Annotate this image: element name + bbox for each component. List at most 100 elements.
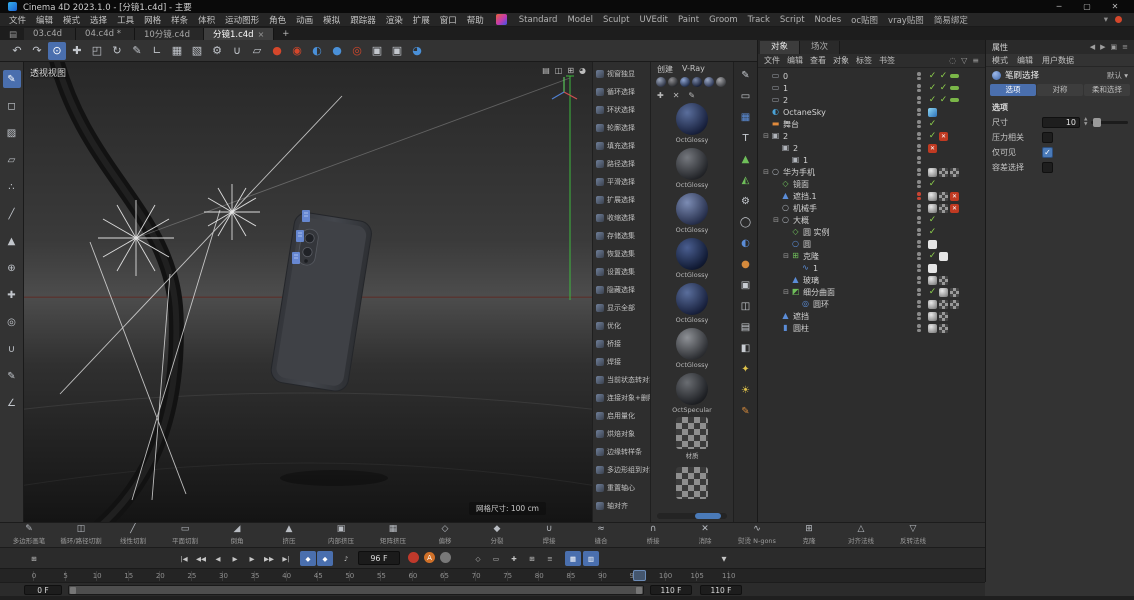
object-name[interactable]: 1 xyxy=(813,264,818,273)
object-name[interactable]: OctaneSky xyxy=(783,108,826,117)
preset-dropdown[interactable]: 默认 ▾ xyxy=(1107,70,1128,81)
toolbar-icon[interactable]: ◰ xyxy=(88,42,106,60)
object-row[interactable]: 遮挡.1 xyxy=(758,190,985,202)
visibility-dots[interactable] xyxy=(915,108,923,116)
toolbar-icon[interactable]: ∪ xyxy=(228,42,246,60)
object-name[interactable]: 圆柱 xyxy=(793,323,809,334)
range-handle-right[interactable] xyxy=(636,587,642,594)
modeling-tool-button[interactable]: ◢ 倒角 xyxy=(211,523,263,547)
material-menu-item[interactable]: V-Ray xyxy=(682,64,705,74)
visibility-dots[interactable] xyxy=(915,72,923,80)
object-row[interactable]: 机械手 xyxy=(758,202,985,214)
spinner-icon[interactable]: ▲ ▼ xyxy=(1084,117,1087,127)
modeling-tool-button[interactable]: ╱ 线性切割 xyxy=(107,523,159,547)
visibility-dots[interactable] xyxy=(915,276,923,284)
layout-item[interactable]: Model xyxy=(562,15,598,25)
command-button[interactable]: 视窗独显 xyxy=(593,65,650,83)
attribute-tab[interactable]: 柔和选择 xyxy=(1084,84,1130,96)
command-button[interactable]: 多边形组到对象 xyxy=(593,461,650,479)
object-name[interactable]: 大概 xyxy=(793,215,809,226)
mode-toolbar-icon[interactable]: ▨ xyxy=(3,124,21,142)
layout-item[interactable]: Nodes xyxy=(810,15,847,25)
create-object-icon[interactable]: ◯ xyxy=(738,214,754,230)
key-type-toggle[interactable]: ≡ xyxy=(542,551,558,566)
viewport-name[interactable]: 透视视图 xyxy=(30,66,66,79)
visibility-dots[interactable] xyxy=(915,324,923,332)
mode-toolbar-icon[interactable]: ∠ xyxy=(3,394,21,412)
material-preset-icon[interactable] xyxy=(716,77,726,87)
object-tag-icon[interactable] xyxy=(939,203,948,213)
frame-ruler[interactable]: 0510152025303540455055606570758085909510… xyxy=(0,568,985,582)
playback-button[interactable]: ◀◀ xyxy=(193,551,209,566)
attr-menu-item[interactable]: 编辑 xyxy=(1017,55,1033,66)
om-menu-item[interactable]: 查看 xyxy=(810,55,826,66)
create-object-icon[interactable]: T xyxy=(738,130,754,146)
visibility-dots[interactable] xyxy=(915,96,923,104)
toolbar-icon[interactable]: ▦ xyxy=(168,42,186,60)
toolbar-icon[interactable]: ◎ xyxy=(348,42,366,60)
command-button[interactable]: 烘焙对象 xyxy=(593,425,650,443)
command-button[interactable]: 扩展选择 xyxy=(593,191,650,209)
notification-dot-icon[interactable] xyxy=(1115,16,1122,23)
create-object-icon[interactable]: ✎ xyxy=(738,403,754,419)
project-end-field[interactable]: 110 F xyxy=(700,585,742,595)
attribute-tab[interactable]: 对称 xyxy=(1037,84,1083,96)
toolbar-icon[interactable]: ● xyxy=(328,42,346,60)
object-row[interactable]: 2 xyxy=(758,142,985,154)
command-button[interactable]: 循环选择 xyxy=(593,83,650,101)
object-tag-icon[interactable] xyxy=(928,96,937,105)
timeline-layout-icon[interactable]: ⊞ xyxy=(26,551,42,566)
new-tab-button[interactable]: + xyxy=(274,28,297,40)
create-object-icon[interactable]: ◫ xyxy=(738,298,754,314)
create-object-icon[interactable]: ▤ xyxy=(738,319,754,335)
command-button[interactable]: 轮廓选择 xyxy=(593,119,650,137)
layout-item[interactable]: Paint xyxy=(673,15,704,25)
object-tag-icon[interactable] xyxy=(950,191,959,201)
object-tag-icon[interactable] xyxy=(939,84,948,93)
mode-toolbar-icon[interactable]: ✚ xyxy=(3,286,21,304)
object-tag-icon[interactable] xyxy=(928,143,937,153)
close-button[interactable]: ✕ xyxy=(1104,2,1126,11)
modeling-tool-button[interactable]: ◆ 分裂 xyxy=(471,523,523,547)
object-name[interactable]: 遮挡.1 xyxy=(793,191,817,202)
object-row[interactable]: 玻璃 xyxy=(758,274,985,286)
playhead[interactable] xyxy=(633,570,646,581)
modeling-tool-button[interactable]: ∿ 熨烫 N-gons xyxy=(731,523,783,547)
visibility-dots[interactable] xyxy=(915,204,923,212)
object-tag-icon[interactable] xyxy=(928,216,937,225)
command-button[interactable]: 边缘转样条 xyxy=(593,443,650,461)
menu-item[interactable]: 窗口 xyxy=(435,14,462,26)
menu-item[interactable]: 扩展 xyxy=(408,14,435,26)
command-button[interactable]: 轴对齐 xyxy=(593,497,650,515)
om-header-icon[interactable]: ◌ xyxy=(949,56,956,65)
modeling-tool-button[interactable]: ∪ 焊接 xyxy=(523,523,575,547)
command-button[interactable]: 重置轴心 xyxy=(593,479,650,497)
layout-item[interactable]: Groom xyxy=(704,15,743,25)
menu-item[interactable]: 跟踪器 xyxy=(345,14,381,26)
material-preset-icon[interactable] xyxy=(692,77,702,87)
create-object-icon[interactable]: ☀ xyxy=(738,382,754,398)
layout-item[interactable]: UVEdit xyxy=(635,15,674,25)
object-row[interactable]: 2 xyxy=(758,94,985,106)
object-row[interactable]: 圆 xyxy=(758,238,985,250)
object-tag-icon[interactable] xyxy=(928,299,937,309)
checkbox[interactable] xyxy=(1042,147,1053,158)
object-tag-icon[interactable] xyxy=(939,191,948,201)
menu-item[interactable]: 文件 xyxy=(4,14,31,26)
create-object-icon[interactable]: ✎ xyxy=(738,67,754,83)
mode-toolbar-icon[interactable]: ◎ xyxy=(3,313,21,331)
create-object-icon[interactable]: ▭ xyxy=(738,88,754,104)
menu-item[interactable]: 编辑 xyxy=(31,14,58,26)
mode-toolbar-icon[interactable]: ∴ xyxy=(3,178,21,196)
om-menu-item[interactable]: 编辑 xyxy=(787,55,803,66)
menu-item[interactable]: 角色 xyxy=(264,14,291,26)
create-object-icon[interactable]: ● xyxy=(738,256,754,272)
material-item[interactable]: 材质 xyxy=(651,416,733,461)
object-tag-icon[interactable] xyxy=(939,72,948,81)
anim-option-toggle[interactable]: ▥ xyxy=(583,551,599,566)
object-name[interactable]: 1 xyxy=(803,156,808,165)
visibility-dots[interactable] xyxy=(915,216,923,224)
visibility-dots[interactable] xyxy=(915,240,923,248)
slider-handle[interactable] xyxy=(695,513,721,519)
object-tag-icon[interactable] xyxy=(928,228,937,237)
